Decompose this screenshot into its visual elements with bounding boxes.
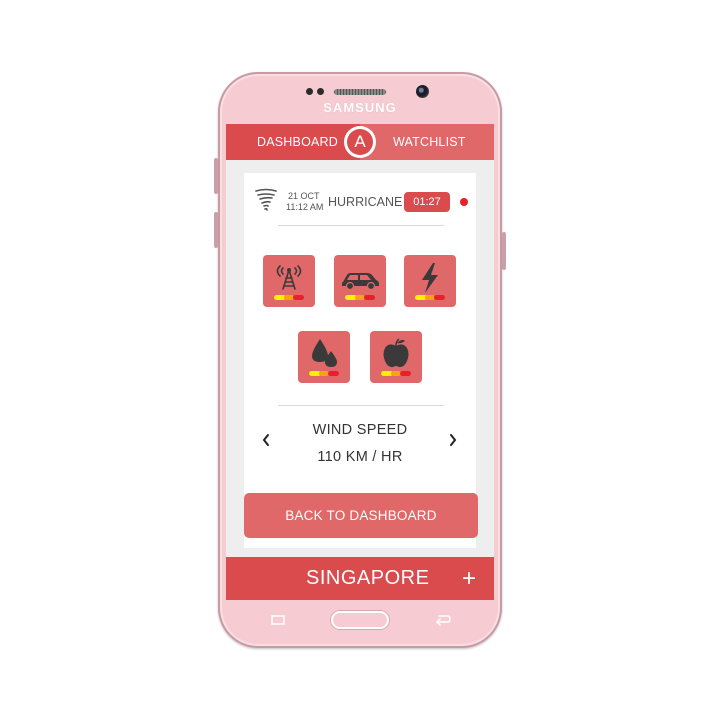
severity-lights bbox=[415, 295, 445, 300]
alert-date: 21 OCT bbox=[288, 191, 320, 201]
chevron-right-icon bbox=[450, 434, 457, 446]
device-brand: SAMSUNG bbox=[323, 100, 397, 115]
alert-header[interactable]: 21 OCT 11:12 AM HURRICANE 01:27 bbox=[244, 173, 476, 225]
severity-lights bbox=[274, 295, 304, 300]
add-location-button[interactable]: + bbox=[462, 565, 476, 593]
alert-time: 11:12 AM bbox=[286, 202, 324, 212]
metric-value: 110 KM / HR bbox=[317, 449, 403, 465]
app-logo[interactable]: A bbox=[344, 126, 376, 158]
back-key-icon[interactable] bbox=[434, 613, 452, 626]
app-screen: DASHBOARD A WATCHLIST 21 OCT 11:12 AM HU… bbox=[226, 124, 494, 600]
top-navigation: DASHBOARD A WATCHLIST bbox=[226, 124, 494, 160]
logo-letter: A bbox=[347, 129, 373, 155]
back-to-dashboard-button[interactable]: BACK TO DASHBOARD bbox=[244, 493, 478, 538]
home-button[interactable] bbox=[331, 611, 389, 629]
severity-lights bbox=[345, 295, 375, 300]
impact-tile-transport[interactable] bbox=[334, 255, 386, 307]
event-type: HURRICANE bbox=[328, 195, 403, 209]
earpiece-speaker bbox=[334, 89, 386, 95]
front-camera bbox=[416, 85, 429, 98]
volume-button bbox=[214, 158, 218, 194]
alert-detail-card: 21 OCT 11:12 AM HURRICANE 01:27 WIND SPE… bbox=[244, 173, 478, 548]
sensor-dot bbox=[317, 88, 324, 95]
severity-lights bbox=[381, 371, 411, 376]
impact-tile-communications[interactable] bbox=[263, 255, 315, 307]
live-indicator bbox=[460, 198, 468, 206]
power-button bbox=[502, 232, 506, 270]
divider bbox=[278, 225, 444, 226]
location-name[interactable]: SINGAPORE bbox=[306, 567, 429, 590]
severity-lights bbox=[309, 371, 339, 376]
countdown-badge: 01:27 bbox=[404, 192, 450, 212]
impact-tile-power[interactable] bbox=[404, 255, 456, 307]
tab-watchlist[interactable]: WATCHLIST bbox=[393, 135, 466, 149]
impact-tile-food[interactable] bbox=[370, 331, 422, 383]
tab-dashboard[interactable]: DASHBOARD bbox=[257, 135, 338, 149]
tornado-icon bbox=[255, 188, 277, 211]
impact-tile-water[interactable] bbox=[298, 331, 350, 383]
volume-button-lower bbox=[214, 212, 218, 248]
next-metric-button[interactable] bbox=[445, 432, 461, 448]
sensor-dot bbox=[306, 88, 313, 95]
recent-apps-icon[interactable] bbox=[270, 614, 286, 626]
divider bbox=[278, 405, 444, 406]
metric-title: WIND SPEED bbox=[312, 422, 408, 438]
location-bar: SINGAPORE + bbox=[226, 557, 494, 600]
